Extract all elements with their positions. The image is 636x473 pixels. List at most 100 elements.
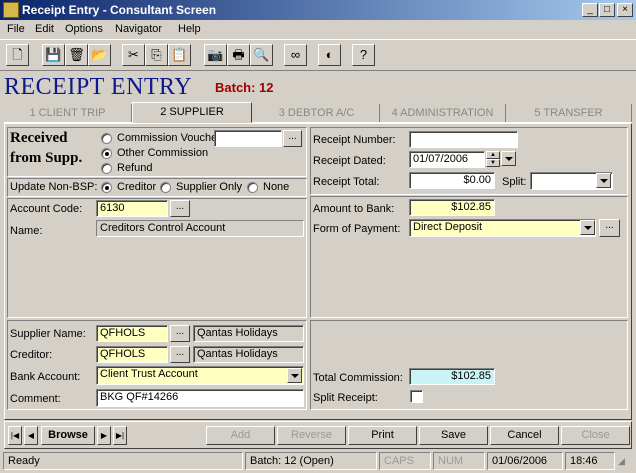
date-dropdown-icon[interactable] — [501, 151, 516, 166]
receipt-total-label: Receipt Total: — [313, 176, 380, 188]
help-icon: ? — [359, 47, 368, 62]
print-button[interactable]: Print — [348, 426, 417, 445]
print-preview-button[interactable]: 🔍 — [250, 44, 273, 66]
save-button[interactable]: Save — [419, 426, 488, 445]
receipt-number-label: Receipt Number: — [313, 134, 396, 146]
minimize-button[interactable]: _ — [582, 3, 598, 17]
cut-icon: ✂ — [128, 47, 139, 62]
creditor-description: Qantas Holidays — [193, 346, 304, 363]
app-icon — [3, 2, 19, 18]
received-from-label-1: Received — [10, 130, 68, 146]
creditor-label: Creditor: — [10, 349, 53, 361]
toolbar: 🗋 💾 🗑 📂 ✂ ⎘ 📋 📷 🖶 🔍 ∞ ◐ ? — [0, 39, 636, 71]
creditor-lookup-button[interactable]: ... — [170, 346, 190, 363]
refund-label: Refund — [117, 162, 153, 174]
first-record-icon[interactable]: |◀ — [8, 426, 22, 445]
copy-icon: ⎘ — [151, 47, 162, 62]
commission-voucher-lookup-button[interactable]: ... — [283, 130, 302, 147]
batch-label: Batch: 12 — [215, 80, 274, 95]
none-label: None — [263, 181, 290, 193]
supplier-lookup-button[interactable]: ... — [170, 325, 190, 342]
paste-button[interactable]: 📋 — [168, 44, 191, 66]
save-tool-button[interactable]: 💾 — [42, 44, 65, 66]
date-down-icon[interactable]: ▼ — [486, 159, 500, 167]
menu-edit[interactable]: Edit — [35, 23, 54, 35]
new-button[interactable]: 🗋 — [6, 44, 29, 66]
menu-options[interactable]: Options — [65, 23, 103, 35]
form-of-payment-dropdown-icon[interactable] — [580, 220, 595, 235]
split-receipt-checkbox[interactable] — [410, 390, 423, 403]
web-button[interactable]: ◐ — [318, 44, 341, 66]
tab-debtor-ac[interactable]: 3 DEBTOR A/C — [254, 104, 380, 122]
total-commission-value: $102.85 — [409, 368, 495, 385]
form-of-payment-label: Form of Payment: — [313, 223, 401, 235]
account-code-input[interactable]: 6130 — [96, 200, 168, 217]
copy-button[interactable]: ⎘ — [145, 44, 168, 66]
comment-label: Comment: — [10, 393, 61, 405]
supplier-description: Qantas Holidays — [193, 325, 304, 342]
none-radio[interactable] — [247, 182, 258, 193]
menu-help[interactable]: Help — [178, 23, 201, 35]
maximize-button[interactable]: □ — [599, 3, 615, 17]
save-icon: 💾 — [45, 47, 62, 62]
find-button[interactable]: ∞ — [284, 44, 307, 66]
delete-button[interactable]: 🗑 — [65, 44, 88, 66]
account-code-label: Account Code: — [10, 203, 83, 215]
split-receipt-label: Split Receipt: — [313, 392, 378, 404]
tab-administration[interactable]: 4 ADMINISTRATION — [380, 104, 506, 122]
commission-voucher-input[interactable] — [214, 130, 282, 147]
add-button[interactable]: Add — [206, 426, 275, 445]
cancel-button[interactable]: Cancel — [490, 426, 559, 445]
supplier-only-radio[interactable] — [160, 182, 171, 193]
refund-radio[interactable] — [101, 163, 112, 174]
next-record-icon[interactable]: ▶ — [97, 426, 111, 445]
supplier-code-input[interactable]: QFHOLS — [96, 325, 168, 342]
supplier-only-label: Supplier Only — [176, 181, 243, 193]
reverse-button[interactable]: Reverse — [277, 426, 346, 445]
bank-account-label: Bank Account: — [10, 371, 81, 383]
help-button[interactable]: ? — [352, 44, 375, 66]
amount-to-bank-input[interactable]: $102.85 — [409, 199, 495, 216]
open-button[interactable]: 📂 — [88, 44, 111, 66]
creditor-code-input[interactable]: QFHOLS — [96, 346, 168, 363]
received-from-label-2: from Supp. — [10, 150, 83, 166]
account-code-lookup-button[interactable]: ... — [170, 200, 190, 217]
split-dropdown-icon[interactable] — [596, 173, 611, 188]
receipt-total-input[interactable]: $0.00 — [409, 172, 495, 189]
last-record-icon[interactable]: ▶| — [113, 426, 127, 445]
update-non-bsp-label: Update Non-BSP: — [10, 181, 98, 193]
tab-client-trip[interactable]: 1 CLIENT TRIP — [4, 104, 132, 122]
close-button[interactable]: Close — [561, 426, 630, 445]
date-up-icon[interactable]: ▲ — [486, 151, 500, 159]
window-title: Receipt Entry - Consultant Screen — [22, 3, 217, 17]
other-commission-label: Other Commission — [117, 147, 209, 159]
binoculars-icon: ∞ — [290, 47, 301, 62]
receipt-number-input[interactable] — [409, 131, 518, 148]
globe-icon: ◐ — [325, 47, 334, 62]
bank-account-select[interactable]: Client Trust Account — [96, 366, 304, 385]
creditor-option-label: Creditor — [117, 181, 157, 193]
menu-navigator[interactable]: Navigator — [115, 23, 162, 35]
cut-button[interactable]: ✂ — [122, 44, 145, 66]
snapshot-button[interactable]: 📷 — [204, 44, 227, 66]
form-of-payment-lookup-button[interactable]: ... — [599, 219, 620, 237]
tab-supplier[interactable]: 2 SUPPLIER — [132, 102, 252, 123]
receipt-dated-input[interactable]: 01/07/2006 — [409, 151, 485, 168]
status-caps: CAPS — [379, 452, 431, 470]
prev-record-icon[interactable]: ◀ — [24, 426, 38, 445]
bank-account-dropdown-icon[interactable] — [287, 368, 302, 383]
paste-icon: 📋 — [171, 47, 188, 62]
print-tool-button[interactable]: 🖶 — [227, 44, 250, 66]
form-of-payment-select[interactable]: Direct Deposit — [409, 219, 596, 237]
commission-voucher-radio[interactable] — [101, 133, 112, 144]
browse-button[interactable]: Browse — [41, 426, 95, 445]
resize-grip-icon[interactable]: ◢ — [618, 456, 632, 470]
menu-file[interactable]: File — [7, 23, 25, 35]
creditor-radio[interactable] — [101, 182, 112, 193]
comment-input[interactable]: BKG QF#14266 — [96, 389, 304, 407]
close-window-button[interactable]: × — [617, 3, 633, 17]
delete-icon: 🗑 — [68, 47, 85, 62]
other-commission-radio[interactable] — [101, 148, 112, 159]
tab-transfer[interactable]: 5 TRANSFER — [506, 104, 632, 122]
menu-bar: File Edit Options Navigator Help — [0, 20, 636, 39]
